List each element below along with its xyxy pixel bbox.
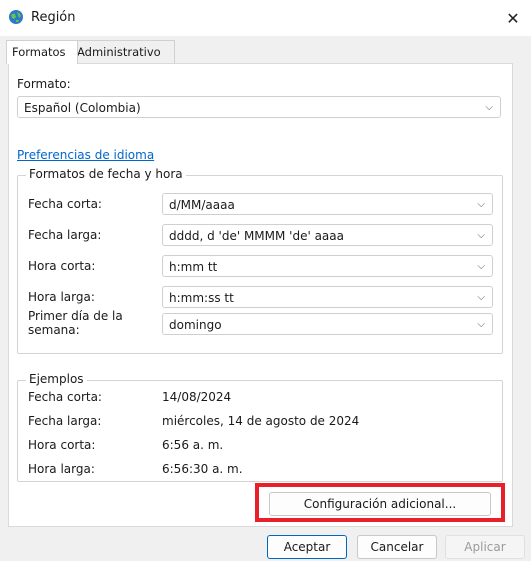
close-button[interactable]: ✕: [495, 0, 531, 36]
apply-button[interactable]: Aplicar: [445, 535, 525, 559]
group-title: Formatos de fecha y hora: [26, 167, 186, 181]
chevron-down-icon: ⌵: [477, 261, 485, 272]
additional-settings-button[interactable]: Configuración adicional...: [269, 492, 491, 516]
tab-panel: Formato: Español (Colombia) ⌵ Preferenci…: [8, 63, 513, 527]
chevron-down-icon: ⌵: [477, 292, 485, 303]
long-time-value: h:mm:ss tt: [169, 291, 234, 305]
field-label: Hora corta:: [28, 259, 96, 273]
cancel-button[interactable]: Cancelar: [357, 535, 437, 559]
example-label: Hora corta:: [28, 438, 96, 452]
title-bar: Región ✕: [0, 0, 531, 36]
group-title: Ejemplos: [26, 372, 87, 386]
window-title: Región: [31, 10, 76, 25]
long-date-dropdown[interactable]: dddd, d 'de' MMMM 'de' aaaa ⌵: [162, 224, 493, 246]
example-label: Hora larga:: [28, 462, 95, 476]
chevron-down-icon: ⌵: [477, 230, 485, 241]
long-time-dropdown[interactable]: h:mm:ss tt ⌵: [162, 286, 493, 308]
first-day-dropdown[interactable]: domingo ⌵: [162, 313, 493, 335]
tab-formatos[interactable]: Formatos: [6, 40, 78, 64]
accept-button[interactable]: Aceptar: [267, 535, 347, 559]
example-value: 6:56:30 a. m.: [162, 462, 243, 476]
example-value: 6:56 a. m.: [162, 438, 224, 452]
language-preferences-link[interactable]: Preferencias de idioma: [17, 148, 154, 162]
field-label: Fecha larga:: [28, 228, 102, 242]
chevron-down-icon: ⌵: [477, 199, 485, 210]
example-label: Fecha corta:: [28, 390, 102, 404]
chevron-down-icon: ⌵: [485, 102, 493, 113]
field-label: Fecha corta:: [28, 197, 102, 211]
first-day-value: domingo: [169, 318, 222, 332]
format-value: Español (Colombia): [24, 101, 141, 115]
close-icon: ✕: [506, 8, 520, 28]
short-time-dropdown[interactable]: h:mm tt ⌵: [162, 255, 493, 277]
format-label: Formato:: [17, 77, 71, 91]
field-label: Hora larga:: [28, 290, 95, 304]
example-label: Fecha larga:: [28, 414, 102, 428]
short-date-dropdown[interactable]: d/MM/aaaa ⌵: [162, 193, 493, 215]
date-time-formats-group: Formatos de fecha y hora Fecha corta: d/…: [17, 167, 503, 354]
tab-administrativo[interactable]: Administrativo: [71, 40, 175, 63]
format-dropdown[interactable]: Español (Colombia) ⌵: [17, 96, 501, 118]
globe-icon: [8, 9, 24, 25]
chevron-down-icon: ⌵: [477, 319, 485, 330]
long-date-value: dddd, d 'de' MMMM 'de' aaaa: [169, 229, 344, 243]
short-time-value: h:mm tt: [169, 260, 218, 274]
short-date-value: d/MM/aaaa: [169, 198, 235, 212]
example-value: 14/08/2024: [162, 390, 232, 404]
examples-group: Ejemplos Fecha corta: 14/08/2024 Fecha l…: [17, 372, 503, 482]
field-label: Primer día de la semana:: [28, 309, 123, 337]
example-value: miércoles, 14 de agosto de 2024: [162, 414, 360, 428]
